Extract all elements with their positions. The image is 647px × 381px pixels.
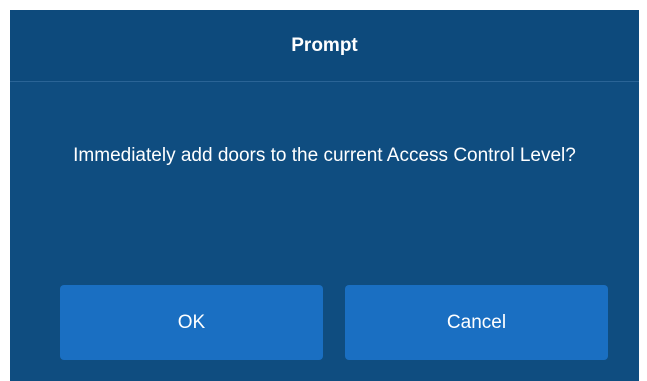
dialog-button-row: OK Cancel	[60, 285, 608, 360]
dialog-title: Prompt	[291, 34, 358, 56]
prompt-dialog: Prompt Immediately add doors to the curr…	[10, 10, 639, 381]
cancel-button[interactable]: Cancel	[345, 285, 608, 360]
dialog-header: Prompt	[10, 10, 639, 82]
dialog-message: Immediately add doors to the current Acc…	[73, 145, 576, 166]
ok-button[interactable]: OK	[60, 285, 323, 360]
cancel-button-label: Cancel	[446, 311, 507, 333]
ok-button-label: OK	[177, 311, 206, 333]
